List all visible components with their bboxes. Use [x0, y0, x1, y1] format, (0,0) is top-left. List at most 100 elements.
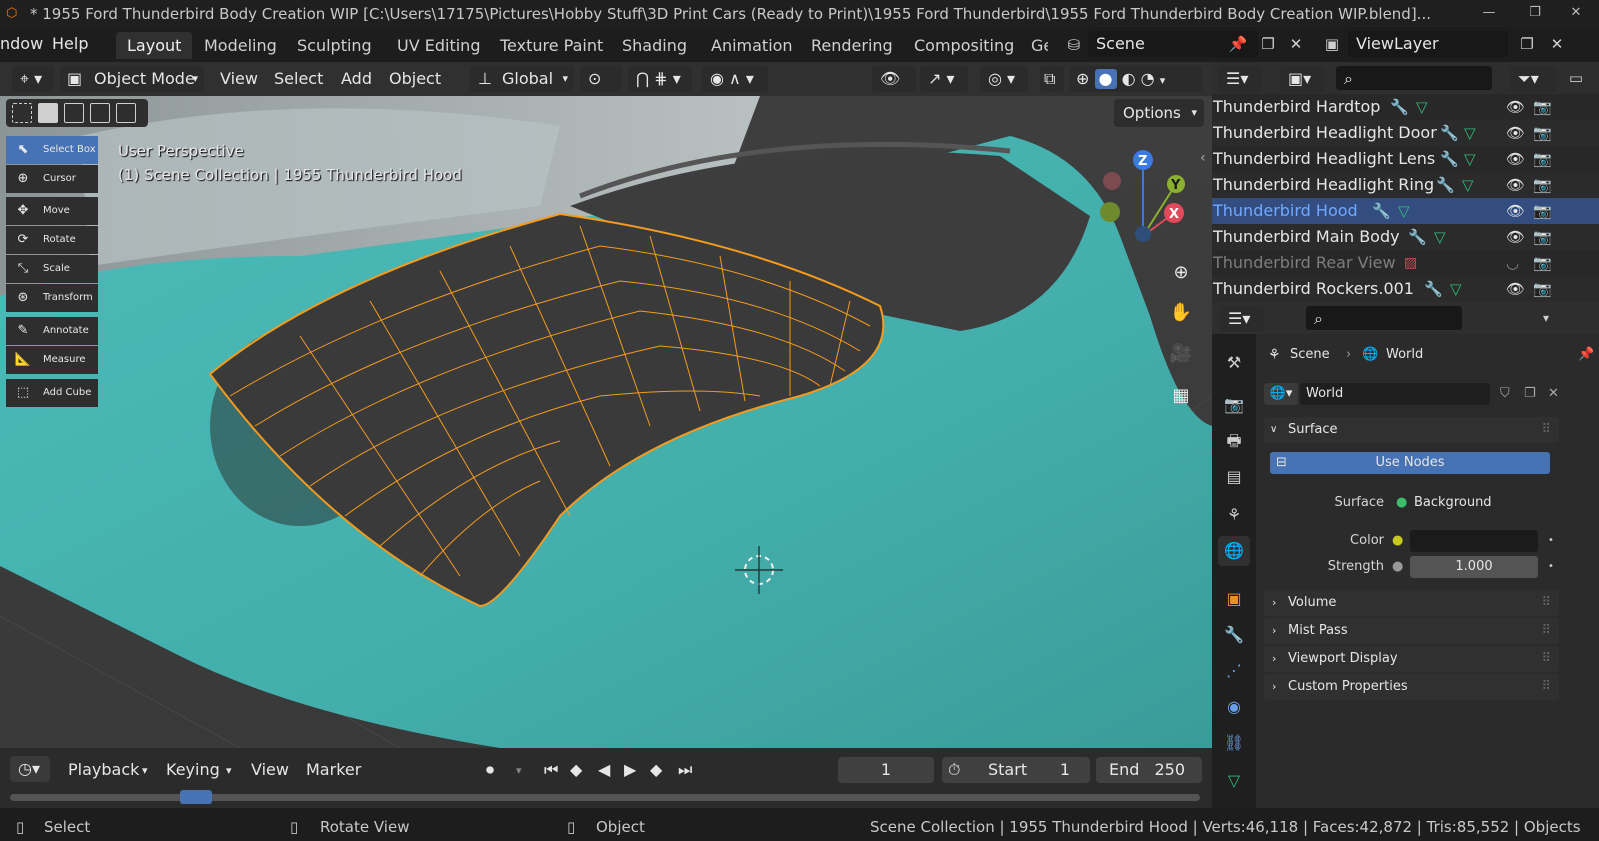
tab-rendering[interactable]: Rendering [800, 32, 904, 59]
current-frame-field[interactable]: 1 [838, 757, 934, 783]
tab-shading[interactable]: Shading [611, 32, 698, 59]
camera-icon[interactable]: 📷 [1533, 120, 1552, 146]
tool-rotate[interactable]: ⟳ Rotate [6, 226, 98, 254]
solid-shading-icon[interactable]: ● [1094, 69, 1117, 89]
tool-cursor[interactable]: ⊕ Cursor [6, 165, 98, 193]
surface-shader-field[interactable]: ● Background [1390, 492, 1538, 514]
jump-end-icon[interactable]: ⏭ [678, 760, 692, 780]
select-extend-icon[interactable] [38, 103, 58, 123]
eye-icon[interactable]: 👁 [1506, 120, 1525, 146]
end-frame-field[interactable]: End 250 [1096, 757, 1202, 783]
outliner-row[interactable]: Thunderbird Headlight Door 🔧 ▽ 👁 📷 [1212, 120, 1599, 146]
delete-scene-icon[interactable]: ✕ [1284, 32, 1308, 56]
overlays-icon[interactable]: ◎ ▾ [980, 66, 1028, 92]
color-swatch[interactable] [1410, 530, 1538, 552]
view-layer-tab-icon[interactable]: ▤ [1218, 462, 1250, 492]
constraints-tab-icon[interactable]: ⛓ [1218, 728, 1250, 758]
data-tab-icon[interactable]: ▽ [1218, 766, 1250, 796]
menu-timeline-view[interactable]: View [251, 760, 289, 779]
view-layer-field[interactable]: ViewLayer [1348, 31, 1508, 57]
start-frame-field[interactable]: ⏱ Start 1 [942, 757, 1090, 783]
tab-sculpting[interactable]: Sculpting [286, 32, 383, 59]
camera-icon[interactable]: 📷 [1533, 224, 1552, 250]
particles-tab-icon[interactable]: ⋰ [1218, 656, 1250, 686]
unlink-world-icon[interactable]: ✕ [1548, 381, 1559, 407]
value-socket-icon[interactable]: ● [1392, 554, 1403, 580]
tool-annotate[interactable]: ✎ Annotate [6, 317, 98, 345]
render-tab-icon[interactable]: 📷 [1218, 390, 1250, 420]
drag-handle-icon[interactable]: ⠿ [1541, 646, 1551, 672]
scene-selector-icon[interactable]: ⛁ [1062, 33, 1086, 57]
camera-icon[interactable]: 📷 [1533, 198, 1552, 224]
strength-field[interactable]: 1.000 [1410, 556, 1538, 578]
tool-add-cube[interactable]: ⬚ Add Cube [6, 379, 98, 407]
modifiers-tab-icon[interactable]: 🔧 [1218, 620, 1250, 650]
mesh-data-icon[interactable]: ▽ [1434, 224, 1446, 250]
use-nodes-button[interactable]: ⊟ Use Nodes [1270, 452, 1550, 474]
select-new-icon[interactable] [12, 103, 32, 123]
editor-type-icon[interactable]: ⌖ ▾ [12, 66, 54, 92]
record-icon[interactable]: ⏺ [486, 760, 494, 780]
tool-measure[interactable]: 📐 Measure [6, 346, 98, 374]
surface-panel-header[interactable]: ∨ Surface ⠿ [1264, 417, 1559, 443]
tab-texture-paint[interactable]: Texture Paint [489, 32, 614, 59]
playhead-handle[interactable] [180, 790, 212, 804]
tab-animation[interactable]: Animation [700, 32, 804, 59]
chevron-down-icon[interactable]: ▾ [1160, 74, 1166, 87]
modifier-wrench-icon[interactable]: 🔧 [1424, 276, 1443, 302]
view-layer-icon[interactable]: ▣ [1320, 32, 1344, 56]
drag-handle-icon[interactable]: ⠿ [1541, 417, 1551, 443]
outliner-row[interactable]: Thunderbird Main Body 🔧 ▽ 👁 📷 [1212, 224, 1599, 250]
camera-icon[interactable]: 📷 [1533, 146, 1552, 172]
camera-view-icon[interactable]: 🎥 [1164, 337, 1198, 371]
selection-mode-buttons[interactable] [6, 99, 148, 127]
outliner-search-input[interactable]: ⌕ [1336, 66, 1492, 90]
viewport-display-panel-header[interactable]: › Viewport Display ⠿ [1264, 646, 1559, 672]
chevron-down-icon[interactable]: ▾ [1534, 306, 1558, 330]
outliner-row[interactable]: Thunderbird Headlight Ring 🔧 ▽ 👁 📷 [1212, 172, 1599, 198]
eye-icon[interactable]: 👁 [1506, 276, 1525, 302]
mesh-data-icon[interactable]: ▽ [1416, 94, 1428, 120]
tool-select-box[interactable]: ⬉ Select Box [6, 136, 98, 164]
tool-tab-icon[interactable]: ⚒ [1218, 348, 1250, 378]
outliner-row[interactable]: Thunderbird Hardtop 🔧 ▽ 👁 📷 [1212, 94, 1599, 120]
maximize-icon[interactable]: ❐ [1512, 0, 1558, 27]
camera-icon[interactable]: 📷 [1533, 172, 1552, 198]
menu-add[interactable]: Add [341, 69, 372, 88]
ortho-grid-icon[interactable]: ▦ [1164, 379, 1198, 413]
delete-view-layer-icon[interactable]: ✕ [1545, 32, 1569, 56]
eye-icon[interactable]: 👁 [1506, 146, 1525, 172]
modifier-wrench-icon[interactable]: 🔧 [1436, 172, 1455, 198]
tab-layout[interactable]: Layout [116, 32, 193, 59]
color-socket-icon[interactable]: ● [1392, 528, 1403, 554]
transform-orientation-dropdown[interactable]: ⊥ Global ▾ [470, 66, 574, 92]
mode-dropdown[interactable]: ▣ Object Mode ▾ [60, 66, 204, 92]
eye-closed-icon[interactable]: ◡ [1506, 250, 1519, 276]
eye-icon[interactable]: 👁 [1506, 224, 1525, 250]
menu-select[interactable]: Select [274, 69, 323, 88]
output-tab-icon[interactable]: 🖶 [1218, 426, 1250, 456]
play-reverse-icon[interactable]: ◀ [598, 760, 610, 779]
prev-keyframe-icon[interactable]: ◆ [570, 760, 582, 779]
scene-tab-icon[interactable]: ⚘ [1218, 500, 1250, 530]
filter-icon[interactable]: ⏷▾ [1510, 66, 1556, 92]
tab-uv-editing[interactable]: UV Editing [386, 32, 491, 59]
world-name-field[interactable]: World [1300, 383, 1490, 405]
world-browse-icon[interactable]: 🌐▾ [1264, 383, 1298, 405]
drag-handle-icon[interactable]: ⠿ [1541, 590, 1551, 616]
outliner-row-hidden[interactable]: Thunderbird Rear View ▨ ◡ 📷 [1212, 250, 1599, 276]
fake-user-shield-icon[interactable]: ⛉ [1500, 381, 1510, 407]
eye-icon[interactable]: 👁 [1506, 172, 1525, 198]
modifier-wrench-icon[interactable]: 🔧 [1440, 120, 1459, 146]
properties-editor-type-icon[interactable]: ☰▾ [1220, 306, 1264, 332]
image-data-icon[interactable]: ▨ [1404, 250, 1417, 276]
material-shading-icon[interactable]: ◐ [1122, 69, 1136, 88]
xray-icon[interactable]: ⧉ [1040, 66, 1064, 92]
custom-properties-panel-header[interactable]: › Custom Properties ⠿ [1264, 674, 1559, 700]
snap-icon[interactable]: ⋂ ⋕ ▾ [628, 66, 692, 92]
tab-modeling[interactable]: Modeling [193, 32, 288, 59]
chevron-down-icon[interactable]: ▾ [226, 764, 232, 777]
pivot-point-icon[interactable]: ⊙ ▾ [580, 66, 622, 114]
wireframe-shading-icon[interactable]: ⊕ [1076, 69, 1089, 88]
tool-transform[interactable]: ⊛ Transform [6, 284, 98, 312]
